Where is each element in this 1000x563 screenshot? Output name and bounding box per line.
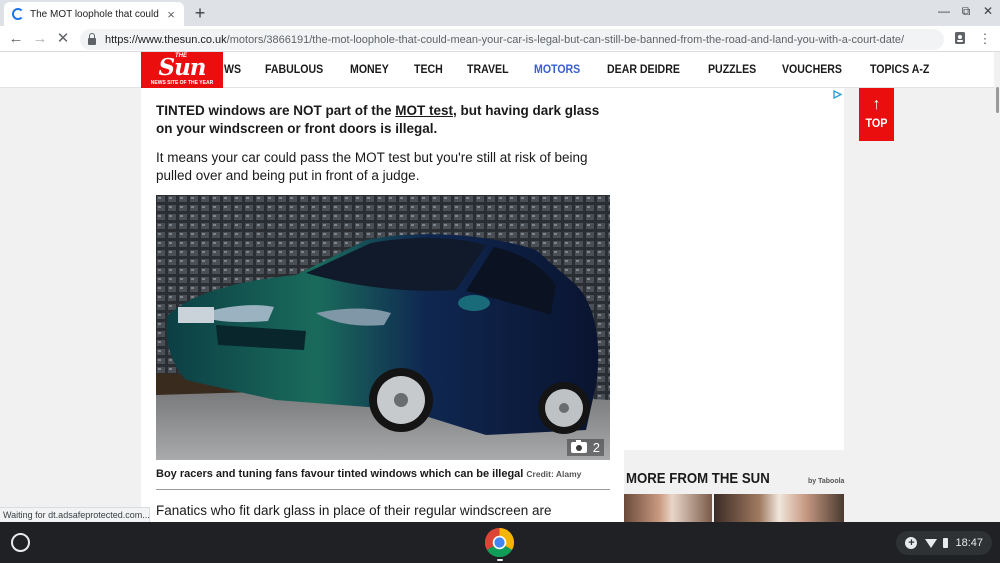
forward-icon[interactable]: →	[31, 30, 49, 48]
status-tray[interactable]: + 18:47	[896, 531, 992, 555]
wifi-icon	[925, 538, 938, 548]
running-indicator	[497, 559, 503, 561]
clock: 18:47	[955, 537, 983, 549]
photo-caption: Boy racers and tuning fans favour tinted…	[156, 468, 582, 480]
address-bar[interactable]: https://www.thesun.co.uk/motors/3866191/…	[80, 29, 944, 50]
the-sun-logo[interactable]: THE Sun NEWS SITE OF THE YEAR	[141, 52, 223, 88]
nav-item-topics[interactable]: TOPICS A-Z	[870, 64, 929, 76]
gallery-badge[interactable]: 2	[566, 439, 604, 456]
loading-spinner-icon	[12, 8, 24, 20]
scrollbar[interactable]	[994, 52, 1000, 522]
os-shelf: + 18:47	[0, 522, 1000, 563]
status-bubble: Waiting for dt.adsafeprotected.com...	[0, 507, 150, 522]
more-from-the-sun-title: MORE FROM THE SUN	[626, 470, 770, 487]
back-to-top-button[interactable]: ↑ TOP	[859, 88, 894, 141]
photo-credit: Credit: Alamy	[526, 469, 582, 479]
article-body: TINTED windows are NOT part of the MOT t…	[141, 88, 624, 522]
menu-icon[interactable]: ⋮	[977, 31, 993, 47]
nav-item-tech[interactable]: TECH	[414, 64, 443, 76]
browser-tab[interactable]: The MOT loophole that could mean your ca…	[4, 2, 184, 26]
close-tab-icon[interactable]: ×	[164, 7, 178, 22]
launcher-icon[interactable]	[11, 533, 30, 552]
lock-icon[interactable]	[88, 32, 96, 45]
restore-icon[interactable]: ⧉	[958, 4, 974, 19]
nav-item-news[interactable]: WS	[224, 64, 241, 76]
browser-toolbar: ← → ✕ https://www.thesun.co.uk/motors/38…	[0, 26, 1000, 52]
back-icon[interactable]: ←	[7, 30, 25, 48]
close-window-icon[interactable]: ✕	[980, 4, 996, 18]
tab-title: The MOT loophole that could mean your ca…	[30, 8, 160, 20]
camera-icon	[570, 440, 587, 453]
car-photo-illustration	[156, 195, 610, 460]
nav-item-money[interactable]: MONEY	[350, 64, 389, 76]
battery-icon	[943, 538, 949, 548]
article-lede: TINTED windows are NOT part of the MOT t…	[156, 103, 600, 136]
article-paragraph: It means your car could pass the MOT tes…	[156, 150, 588, 183]
recommended-thumbnail-2[interactable]	[714, 494, 844, 522]
chrome-app-icon[interactable]	[484, 527, 515, 558]
add-icon: +	[905, 537, 918, 549]
taboola-credit[interactable]: by Taboola	[808, 478, 844, 485]
minimize-icon[interactable]: —	[936, 4, 952, 18]
tab-strip: The MOT loophole that could mean your ca…	[0, 0, 1000, 26]
nav-item-fabulous[interactable]: FABULOUS	[265, 64, 323, 76]
nav-item-vouchers[interactable]: VOUCHERS	[782, 64, 842, 76]
site-navigation: THE Sun NEWS SITE OF THE YEAR WS FABULOU…	[0, 52, 994, 88]
nav-menu: WS FABULOUS MONEY TECH TRAVEL MOTORS DEA…	[224, 52, 956, 88]
article-photo[interactable]: 2	[156, 195, 610, 460]
nav-item-dear-deidre[interactable]: DEAR DEIDRE	[607, 64, 680, 76]
scrollbar-thumb[interactable]	[996, 87, 999, 113]
stop-icon[interactable]: ✕	[54, 30, 72, 48]
nav-item-travel[interactable]: TRAVEL	[467, 64, 509, 76]
adchoices-icon[interactable]	[833, 90, 842, 99]
account-icon[interactable]	[952, 31, 968, 47]
article-paragraph-2: Fanatics who fit dark glass in place of …	[156, 503, 552, 518]
page-viewport: THE Sun NEWS SITE OF THE YEAR WS FABULOU…	[0, 52, 1000, 522]
caption-divider	[156, 489, 610, 490]
gallery-count: 2	[592, 440, 600, 455]
arrow-up-icon: ↑	[872, 96, 881, 113]
nav-item-motors[interactable]: MOTORS	[534, 64, 580, 76]
advertisement[interactable]	[624, 88, 844, 450]
new-tab-button[interactable]: +	[190, 3, 210, 23]
url-text: https://www.thesun.co.uk/motors/3866191/…	[105, 33, 905, 46]
nav-item-puzzles[interactable]: PUZZLES	[708, 64, 756, 76]
mot-test-link[interactable]: MOT test,	[395, 103, 457, 118]
recommended-thumbnail-1[interactable]	[624, 494, 712, 522]
